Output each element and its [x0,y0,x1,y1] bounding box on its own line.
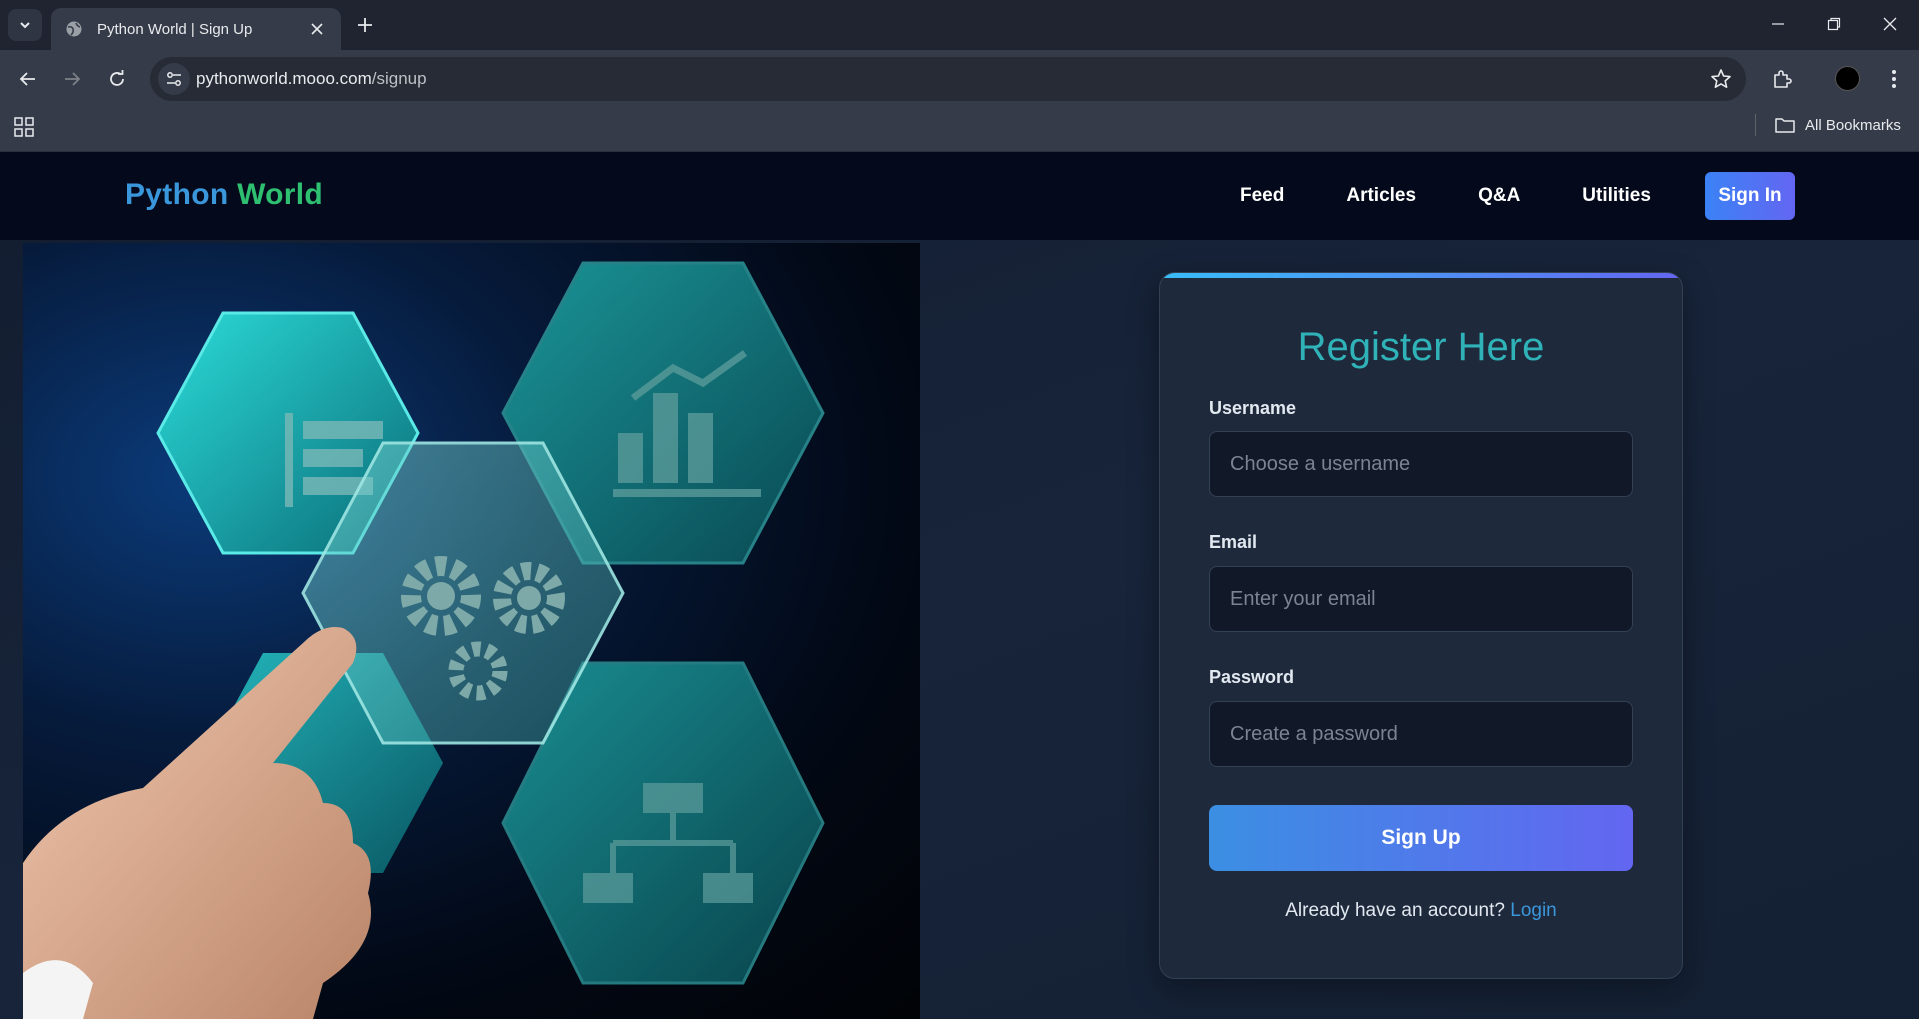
nav-link-utilities[interactable]: Utilities [1582,185,1651,207]
username-input[interactable] [1209,431,1633,497]
username-label: Username [1209,398,1297,418]
site-info-button[interactable] [158,63,190,95]
pointing-hand [23,627,371,1019]
forward-icon [65,72,81,86]
apps-icon[interactable] [13,116,35,138]
site-logo[interactable]: Python World [125,178,323,212]
globe-icon [65,20,83,38]
address-bar[interactable]: pythonworld.mooo.com/signup [150,57,1746,101]
tab-list-icon [20,22,30,29]
login-link[interactable]: Login [1510,900,1557,921]
page-content: Python World Feed Articles Q&A Utilities… [0,152,1919,1019]
tab-title: Python World | Sign Up [97,20,253,38]
register-card: Register Here Username Email Password Si… [1159,272,1683,979]
hero-image [23,243,920,1019]
tab-list-button[interactable] [8,9,42,41]
extensions-button[interactable] [1767,64,1797,94]
bookmarks-divider [1755,114,1756,136]
back-icon [19,72,35,86]
reload-button[interactable] [102,64,132,94]
url-path: /signup [371,69,427,88]
site-navbar: Python World Feed Articles Q&A Utilities… [0,152,1919,240]
back-button[interactable] [13,64,43,94]
new-tab-button[interactable] [352,12,378,38]
site-info-icon [167,72,181,86]
window-close-button[interactable] [1862,6,1918,42]
nav-link-feed[interactable]: Feed [1240,185,1284,207]
card-accent-bar [1160,273,1682,278]
close-icon[interactable] [307,19,327,39]
password-label: Password [1209,667,1295,687]
register-title: Register Here [1297,325,1545,369]
nav-link-articles[interactable]: Articles [1346,185,1416,207]
plus-icon [358,18,372,32]
extensions-icon [1774,70,1792,88]
profile-avatar[interactable] [1835,66,1860,91]
restore-button[interactable] [1806,6,1862,42]
sign-in-button[interactable]: Sign In [1705,172,1795,220]
nav-links: Feed Articles Q&A Utilities [1240,152,1713,240]
menu-icon [1892,70,1896,88]
reload-icon [110,70,124,86]
brand-world: World [237,178,324,211]
window-close-icon [1883,17,1897,31]
login-prompt-text: Already have an account? [1285,900,1505,921]
browser-tabstrip: Python World | Sign Up [0,0,1919,50]
all-bookmarks-label: All Bookmarks [1805,116,1901,134]
email-label: Email [1209,532,1258,552]
url-host: pythonworld.mooo.com [196,69,372,88]
password-input[interactable] [1209,701,1633,767]
browser-tab[interactable]: Python World | Sign Up [51,8,341,50]
minimize-button[interactable] [1750,6,1806,42]
star-icon[interactable] [1710,68,1732,90]
all-bookmarks-button[interactable]: All Bookmarks [1775,114,1901,136]
minimize-icon [1772,23,1784,25]
brand-python: Python [125,178,229,211]
menu-button[interactable] [1879,64,1909,94]
nav-link-qa[interactable]: Q&A [1478,185,1520,207]
hero-illustration [23,261,825,1019]
forward-button[interactable] [57,64,87,94]
email-input[interactable] [1209,566,1633,632]
browser-toolbar: pythonworld.mooo.com/signup [0,50,1919,108]
bookmarks-bar [0,108,1919,152]
url-text[interactable]: pythonworld.mooo.com/signup [196,69,427,89]
folder-icon [1775,118,1795,133]
login-prompt: Already have an account? Login [1160,900,1682,922]
restore-icon [1827,17,1841,31]
sign-up-button[interactable]: Sign Up [1209,805,1633,871]
